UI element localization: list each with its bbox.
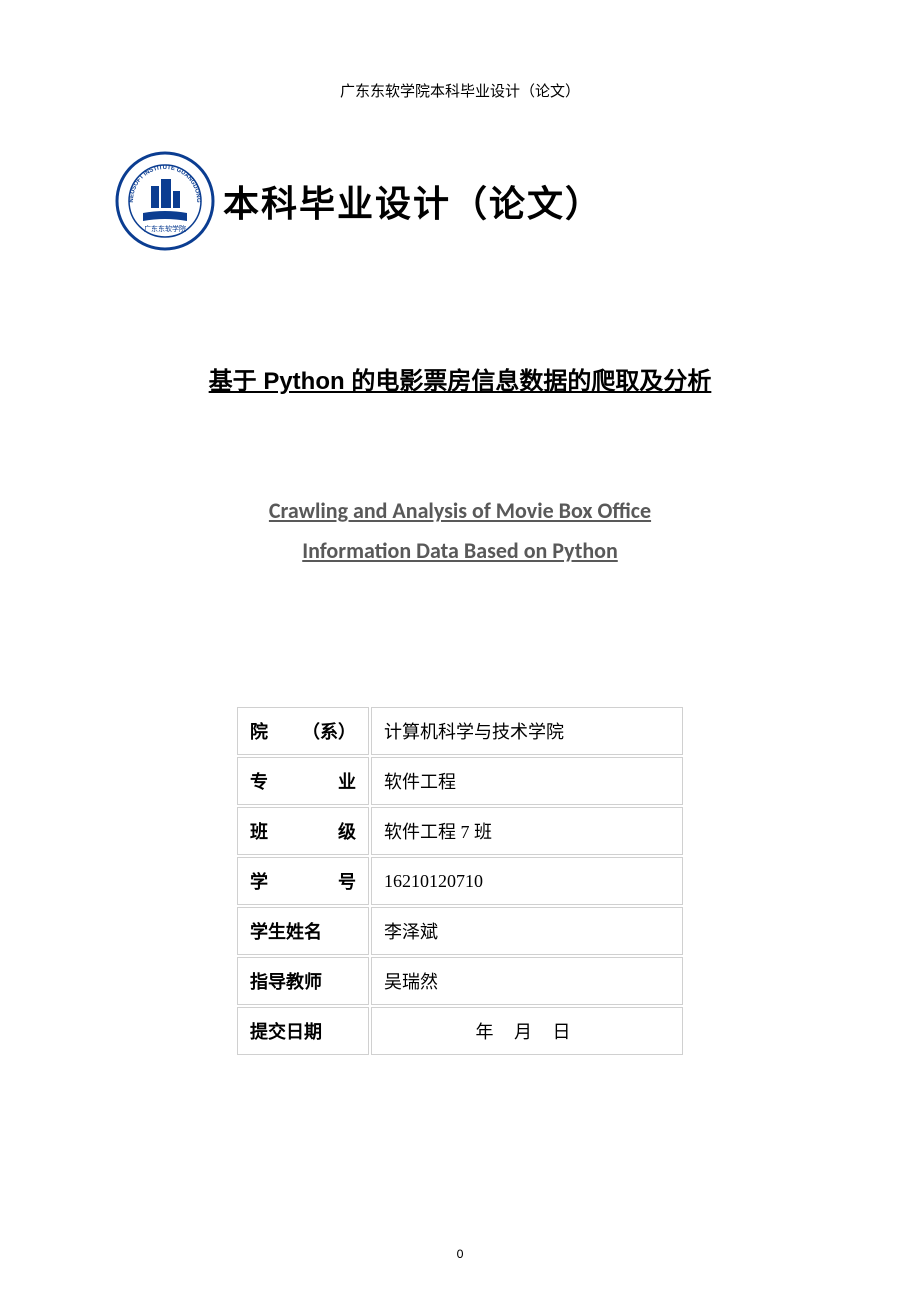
- institution-logo: NEUSOFT INSTITUTE GUANGDONG 广东东软学院: [115, 151, 215, 251]
- running-header: 广东东软学院本科毕业设计（论文）: [115, 80, 805, 101]
- table-row: 班 级 软件工程 7 班: [237, 807, 683, 855]
- svg-text:广东东软学院: 广东东软学院: [144, 224, 186, 233]
- value-class: 软件工程 7 班: [371, 807, 683, 855]
- value-student-id: 16210120710: [371, 857, 683, 905]
- table-row: 院 （系） 计算机科学与技术学院: [237, 707, 683, 755]
- label-student-id: 学 号: [237, 857, 369, 905]
- label-department: 院 （系）: [237, 707, 369, 755]
- info-table: 院 （系） 计算机科学与技术学院 专 业 软件工程 班 级 软件: [235, 705, 685, 1057]
- label-submit-date: 提交日期: [237, 1007, 369, 1055]
- table-row: 学生姓名 李泽斌: [237, 907, 683, 955]
- thesis-title-english-line1: Crawling and Analysis of Movie Box Offic…: [269, 497, 651, 524]
- value-advisor: 吴瑞然: [371, 957, 683, 1005]
- value-major: 软件工程: [371, 757, 683, 805]
- value-department: 计算机科学与技术学院: [371, 707, 683, 755]
- thesis-title-english-line2: Information Data Based on Python: [302, 537, 618, 564]
- table-row: 提交日期 年 月 日: [237, 1007, 683, 1055]
- table-row: 指导教师 吴瑞然: [237, 957, 683, 1005]
- label-advisor: 指导教师: [237, 957, 369, 1005]
- document-page: 广东东软学院本科毕业设计（论文） NEUSOFT INSTITUTE GUANG…: [0, 0, 920, 1302]
- label-class: 班 级: [237, 807, 369, 855]
- main-title: 本科毕业设计（论文）: [223, 175, 603, 227]
- thesis-title-english: Crawling and Analysis of Movie Box Offic…: [115, 491, 805, 570]
- label-student-name: 学生姓名: [237, 907, 369, 955]
- table-row: 专 业 软件工程: [237, 757, 683, 805]
- value-student-name: 李泽斌: [371, 907, 683, 955]
- page-number: 0: [0, 1247, 920, 1262]
- value-submit-date: 年 月 日: [371, 1007, 683, 1055]
- title-row: NEUSOFT INSTITUTE GUANGDONG 广东东软学院 本科毕业设…: [115, 151, 805, 251]
- label-major: 专 业: [237, 757, 369, 805]
- thesis-title-chinese: 基于 Python 的电影票房信息数据的爬取及分析: [115, 361, 805, 396]
- table-row: 学 号 16210120710: [237, 857, 683, 905]
